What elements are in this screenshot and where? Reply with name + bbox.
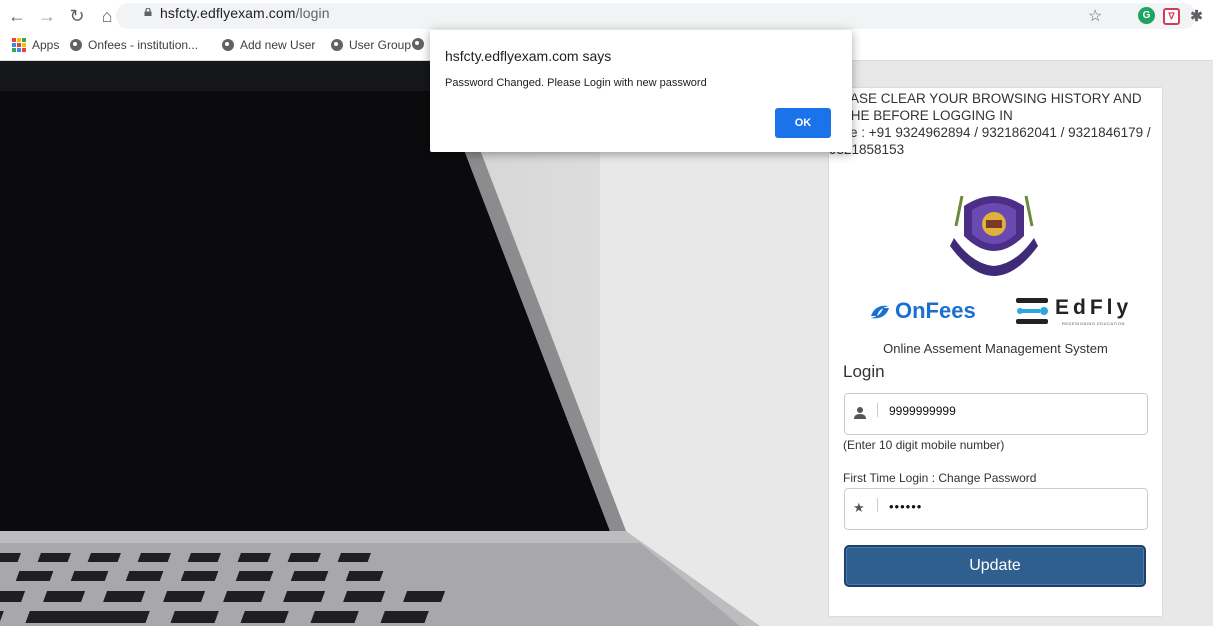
- mobile-number-input[interactable]: 9999999999: [844, 393, 1148, 435]
- system-subtitle: Online Assement Management System: [883, 341, 1108, 356]
- star-field-icon: ★: [853, 500, 865, 515]
- notice-line-1: EASE CLEAR YOUR BROWSING HISTORY AND: [841, 91, 1142, 106]
- login-heading: Login: [843, 362, 885, 381]
- forward-icon[interactable]: →: [34, 3, 60, 29]
- extensions-puzzle-icon[interactable]: ✱: [1188, 7, 1205, 25]
- brand-logos: OnFees EdFly REDESIGNING EDUCATION: [869, 294, 1129, 334]
- dialog-message: Password Changed. Please Login with new …: [445, 77, 707, 89]
- field-separator: [877, 403, 878, 417]
- reload-icon[interactable]: ↻: [64, 3, 90, 29]
- mobile-number-hint: (Enter 10 digit mobile number): [843, 438, 1005, 452]
- bookmark-star-icon[interactable]: ☆: [1088, 6, 1102, 26]
- globe-icon: [331, 39, 343, 51]
- password-label: First Time Login : Change Password: [843, 471, 1037, 485]
- globe-icon: [412, 38, 424, 50]
- edfly-mark-icon: [1016, 298, 1048, 324]
- user-icon: [854, 407, 866, 419]
- onfees-brand: OnFees: [895, 298, 976, 323]
- bookmark-label: Apps: [32, 38, 60, 52]
- bookmark-apps[interactable]: Apps: [12, 38, 59, 52]
- field-separator: [877, 498, 878, 512]
- login-panel: EASE CLEAR YOUR BROWSING HISTORY AND CHE…: [829, 88, 1162, 616]
- update-button[interactable]: Update: [844, 545, 1146, 587]
- institution-crest-logo: [950, 195, 1038, 276]
- url-host: hsfcty.edflyexam.com: [160, 5, 296, 21]
- url-text[interactable]: hsfcty.edflyexam.com/login: [160, 5, 330, 21]
- lock-icon: [144, 8, 152, 16]
- back-icon[interactable]: ←: [4, 3, 30, 29]
- bookmark-partial[interactable]: [412, 38, 430, 50]
- globe-icon: [70, 39, 82, 51]
- password-value: ••••••: [889, 499, 923, 514]
- apps-grid-icon: [12, 38, 26, 52]
- notice-line-2: CHE BEFORE LOGGING IN: [841, 108, 1013, 123]
- bookmark-user-group[interactable]: User Group: [331, 38, 411, 52]
- bookmark-label: Onfees - institution...: [88, 38, 199, 52]
- bookmark-onfees[interactable]: Onfees - institution...: [70, 38, 198, 52]
- dialog-title: hsfcty.edflyexam.com says: [445, 48, 612, 64]
- edfly-tagline: REDESIGNING EDUCATION: [1062, 321, 1125, 326]
- onfees-mark-icon: [871, 305, 889, 319]
- password-input[interactable]: ★ ••••••: [844, 488, 1148, 530]
- alert-dialog: hsfcty.edflyexam.com says Password Chang…: [430, 30, 852, 152]
- edfly-brand: EdFly: [1055, 296, 1133, 319]
- grammarly-extension-icon[interactable]: G: [1138, 7, 1155, 24]
- globe-icon: [222, 39, 234, 51]
- url-path: /login: [295, 5, 330, 21]
- dialog-ok-button[interactable]: OK: [775, 108, 831, 138]
- helpline-numbers: pline : +91 9324962894 / 9321862041 / 93…: [829, 125, 1151, 157]
- pocket-extension-icon[interactable]: ∇: [1163, 8, 1180, 25]
- bookmark-label: User Group: [349, 38, 412, 52]
- mobile-number-value: 9999999999: [889, 404, 956, 418]
- bookmark-label: Add new User: [240, 38, 316, 52]
- bookmark-add-new-user[interactable]: Add new User: [222, 38, 315, 52]
